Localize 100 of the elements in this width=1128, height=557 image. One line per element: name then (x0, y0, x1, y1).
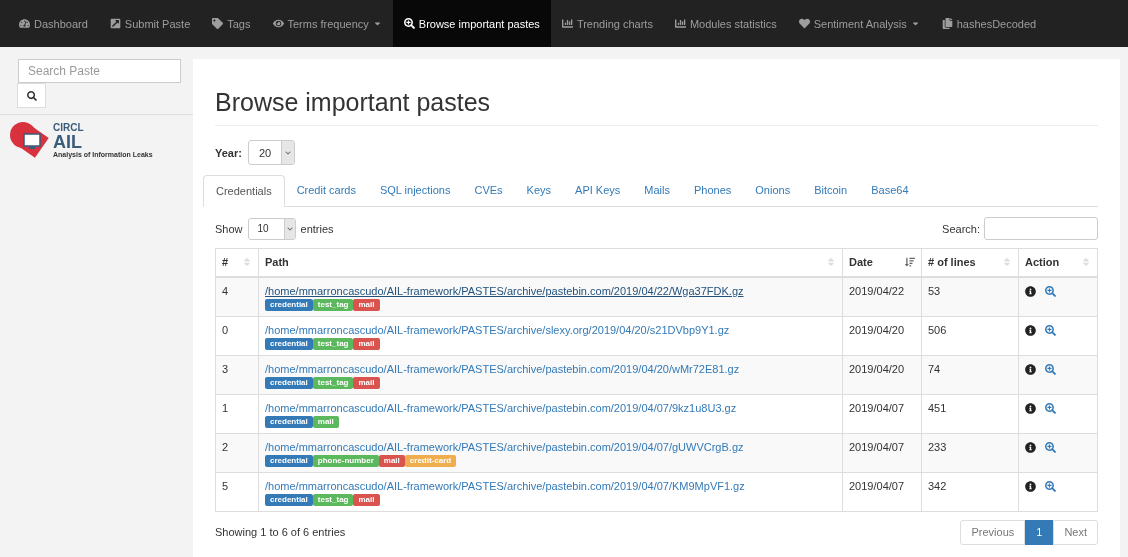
info-icon[interactable] (1025, 285, 1036, 297)
table-cell: 342 (921, 472, 1019, 511)
tag-label[interactable]: credential (265, 376, 313, 389)
tag-label[interactable]: mail (312, 415, 339, 428)
column-header[interactable]: Date (842, 248, 922, 277)
entries-select[interactable]: 10 (247, 217, 296, 240)
pagination-button[interactable]: 1 (1025, 519, 1054, 545)
zoom-icon (403, 18, 415, 29)
table-cell: 74 (921, 355, 1019, 394)
tag-label[interactable]: credential (265, 454, 313, 467)
eye-icon (272, 18, 284, 29)
zoom-icon[interactable] (1045, 324, 1056, 336)
table-cell: 4 (215, 276, 259, 316)
table-info: Showing 1 to 6 of 6 entries (215, 525, 346, 539)
tab[interactable]: CVEs (462, 175, 515, 207)
paste-link[interactable]: /home/mmarroncascudo/AIL-framework/PASTES/archive/pastebin.com/2019/04/07/KM9MpVF1.gz (265, 478, 745, 493)
tab[interactable]: Base64 (859, 175, 921, 207)
page-title: Browse important pastes (215, 87, 1098, 126)
info-icon[interactable] (1025, 324, 1036, 336)
table-cell: 2 (215, 433, 259, 472)
search-button[interactable] (17, 83, 46, 108)
column-header[interactable]: # of lines (921, 248, 1019, 277)
year-select[interactable]: 20 (247, 140, 296, 165)
table-cell: 5 (215, 472, 259, 511)
nav-link[interactable]: Terms frequency (261, 0, 393, 47)
tag-label[interactable]: credential (265, 337, 313, 350)
column-header[interactable]: Action (1018, 248, 1098, 277)
bar-chart-icon (674, 18, 686, 29)
zoom-icon[interactable] (1045, 480, 1056, 492)
tab[interactable]: Credit cards (284, 175, 368, 207)
tab[interactable]: Credentials (203, 175, 285, 207)
chevron-icon (285, 149, 292, 156)
tag-label[interactable]: mail (353, 376, 380, 389)
paste-link[interactable]: /home/mmarroncascudo/AIL-framework/PASTES/archive/slexy.org/2019/04/20/s21DVbp9Y1.gz (265, 322, 730, 337)
year-label: Year: (215, 145, 242, 160)
table-cell: 451 (921, 394, 1019, 433)
table-cell: 506 (921, 316, 1019, 355)
info-icon[interactable] (1025, 480, 1036, 492)
table-cell: 53 (921, 276, 1019, 316)
tag-label[interactable]: credential (265, 415, 313, 428)
tag-label[interactable]: credential (265, 493, 313, 506)
nav-link[interactable]: hashesDecoded (930, 0, 1048, 47)
paste-link[interactable]: /home/mmarroncascudo/AIL-framework/PASTES/archive/pastebin.com/2019/04/07/gUWVCrgB.gz (265, 439, 744, 454)
external-link-icon (109, 18, 121, 29)
nav-link[interactable]: Submit Paste (98, 0, 202, 47)
nav-link[interactable]: Tags (201, 0, 262, 47)
table-cell: 2019/04/22 (842, 276, 922, 316)
paste-link[interactable]: /home/mmarroncascudo/AIL-framework/PASTES/archive/pastebin.com/2019/04/20/wMr72E81.gz (265, 361, 740, 376)
tag-label[interactable]: test_tag (312, 493, 354, 506)
search-label: Search: (942, 221, 980, 236)
nav-link[interactable]: Trending charts (550, 0, 664, 47)
table-cell: 2019/04/20 (842, 355, 922, 394)
table-cell: 3 (215, 355, 259, 394)
nav-link[interactable]: Browse important pastes (392, 0, 551, 47)
show-label: Show (215, 221, 243, 236)
tab[interactable]: SQL injections (367, 175, 463, 207)
zoom-icon[interactable] (1045, 441, 1056, 453)
tag-icon (212, 18, 224, 29)
paste-link[interactable]: /home/mmarroncascudo/AIL-framework/PASTES/archive/pastebin.com/2019/04/07/9kz1u8U3.gz (265, 400, 737, 415)
tag-label[interactable]: test_tag (312, 376, 354, 389)
tag-label[interactable]: mail (353, 298, 380, 311)
zoom-icon[interactable] (1045, 285, 1056, 297)
tab[interactable]: Mails (632, 175, 682, 207)
nav-link[interactable]: Dashboard (8, 0, 99, 47)
tab[interactable]: Keys (514, 175, 564, 207)
heart-icon (798, 18, 810, 29)
pagination-button[interactable]: Previous (960, 519, 1026, 545)
tab[interactable]: API Keys (563, 175, 633, 207)
zoom-icon[interactable] (1045, 363, 1056, 375)
table-cell: 1 (215, 394, 259, 433)
search-field[interactable]: Search Paste (18, 59, 181, 83)
tag-label[interactable]: mail (378, 454, 405, 467)
column-header[interactable]: Path (258, 248, 843, 277)
chevron-icon (286, 225, 293, 232)
info-icon[interactable] (1025, 402, 1036, 414)
nav-link[interactable]: Modules statistics (663, 0, 788, 47)
copy-icon (941, 18, 953, 29)
tag-label[interactable]: mail (353, 493, 380, 506)
info-icon[interactable] (1025, 441, 1036, 453)
tag-label[interactable]: credential (265, 298, 313, 311)
tag-label[interactable]: mail (353, 337, 380, 350)
zoom-icon[interactable] (1045, 402, 1056, 414)
tab[interactable]: Onions (743, 175, 803, 207)
pagination-button[interactable]: Next (1053, 519, 1098, 545)
tab[interactable]: Bitcoin (802, 175, 860, 207)
paste-link[interactable]: /home/mmarroncascudo/AIL-framework/PASTES/archive/pastebin.com/2019/04/22/Wga37FDK.gz (265, 283, 744, 298)
table-search-field[interactable] (984, 217, 1098, 240)
table-cell: 2019/04/07 (842, 394, 922, 433)
info-icon[interactable] (1025, 363, 1036, 375)
tag-label[interactable]: phone-number (312, 454, 379, 467)
nav-link[interactable]: Sentiment Analysis (787, 0, 931, 47)
logo-text: CIRCL (53, 122, 85, 133)
column-header[interactable]: # (215, 248, 259, 277)
logo-text: AIL (53, 132, 83, 151)
tab[interactable]: Phones (682, 175, 744, 207)
tag-label[interactable]: test_tag (312, 337, 354, 350)
table-cell: 2019/04/07 (842, 433, 922, 472)
bar-chart-icon (561, 18, 573, 29)
table-cell: 233 (921, 433, 1019, 472)
tag-label[interactable]: test_tag (312, 298, 354, 311)
